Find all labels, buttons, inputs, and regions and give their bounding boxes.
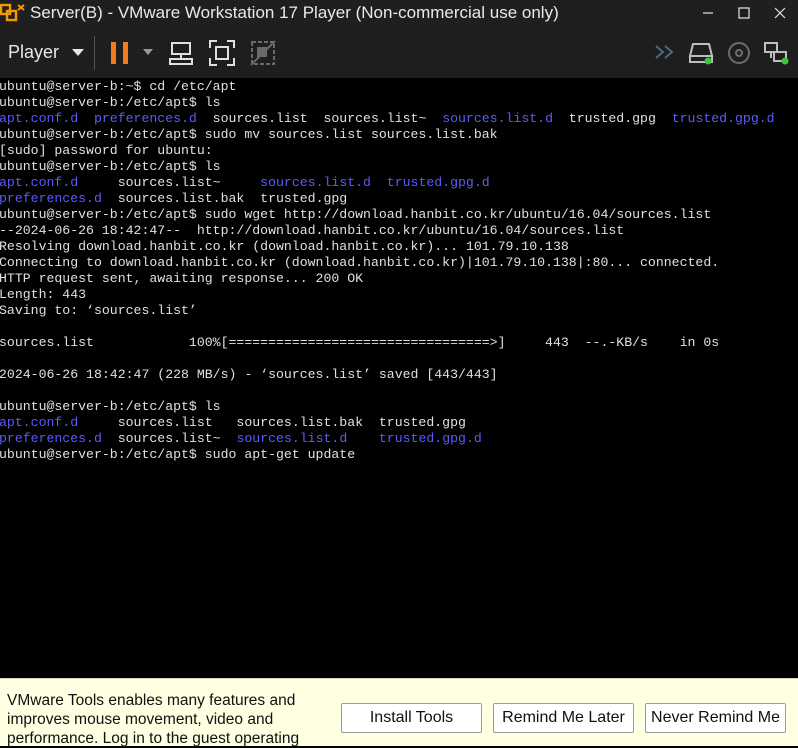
window-title: Server(B) - VMware Workstation 17 Player… [30, 3, 559, 22]
terminal-text: apt.conf.d [0, 175, 79, 190]
minimize-icon [703, 12, 713, 14]
terminal-text: sources.list sources.list~ [196, 111, 443, 126]
terminal-text: sources.list.d [442, 111, 553, 126]
vmware-tools-notification: VMware Tools enables many features and i… [0, 678, 798, 747]
terminal-text: ubuntu@server-b:/etc/apt$ ls [0, 399, 221, 414]
terminal-line: ubuntu@server-b:/etc/apt$ ls [0, 159, 221, 175]
terminal-text: Connecting to download.hanbit.co.kr (dow… [0, 255, 720, 270]
dropdown-arrow-icon [143, 49, 153, 55]
terminal-text: [sudo] password for ubuntu: [0, 143, 213, 158]
terminal-line: ubuntu@server-b:/etc/apt$ ls [0, 399, 221, 415]
network-adapter-icon [764, 42, 789, 65]
pause-icon [111, 42, 128, 64]
unity-icon [250, 40, 276, 66]
terminal-text: ubuntu@server-b:/etc/apt$ ls [0, 95, 221, 110]
minimize-button[interactable] [688, 0, 728, 26]
toolbar: Player [0, 26, 798, 78]
terminal-text: Resolving download.hanbit.co.kr (downloa… [0, 239, 569, 254]
remind-me-later-button[interactable]: Remind Me Later [493, 703, 634, 733]
vmware-icon [0, 2, 26, 24]
unity-button[interactable] [248, 38, 278, 68]
close-button[interactable] [760, 0, 798, 26]
terminal-line: ubuntu@server-b:/etc/apt$ ls [0, 95, 221, 111]
terminal-text: trusted.gpg.d [386, 175, 490, 190]
terminal-line: preferences.d sources.list~ sources.list… [0, 431, 482, 447]
terminal-line: apt.conf.d preferences.d sources.list so… [0, 111, 775, 127]
terminal-text: preferences.d [93, 111, 197, 126]
terminal-line: ubuntu@server-b:/etc/apt$ sudo apt-get u… [0, 447, 355, 463]
pause-dropdown-button[interactable] [139, 44, 157, 60]
maximize-button[interactable] [724, 0, 764, 26]
hard-disk-button[interactable] [686, 39, 716, 67]
terminal-text: apt.conf.d [0, 415, 79, 430]
terminal-text: HTTP request sent, awaiting response... … [0, 271, 364, 286]
close-icon [774, 7, 786, 19]
terminal-line: sources.list 100%[======================… [0, 335, 719, 351]
terminal-text: ubuntu@server-b:/etc/apt$ sudo apt-get u… [0, 447, 356, 462]
terminal-text: sources.list 100%[======================… [0, 335, 720, 350]
terminal-text: sources.list sources.list.bak trusted.gp… [78, 415, 466, 430]
terminal-line: ubuntu@server-b:/etc/apt$ sudo mv source… [0, 127, 498, 143]
dropdown-arrow-icon [72, 49, 85, 56]
network-activity-button[interactable] [652, 40, 682, 64]
terminal-text: sources.list~ [78, 175, 261, 190]
terminal-text: --2024-06-26 18:42:47-- http://download.… [0, 223, 625, 238]
terminal-text: apt.conf.d [0, 111, 79, 126]
terminal-text: preferences.d [0, 431, 102, 446]
terminal-text: Length: 443 [0, 287, 87, 302]
install-tools-button[interactable]: Install Tools [341, 703, 482, 733]
terminal-text: ubuntu@server-b:/etc/apt$ ls [0, 159, 221, 174]
terminal-line: ubuntu@server-b:/etc/apt$ sudo wget http… [0, 207, 711, 223]
terminal-line: --2024-06-26 18:42:47-- http://download.… [0, 223, 624, 239]
terminal-text: ubuntu@server-b:~$ cd /etc/apt [0, 79, 237, 94]
send-ctrl-alt-del-button[interactable] [166, 38, 196, 68]
hard-disk-icon [688, 43, 714, 65]
terminal-line: [sudo] password for ubuntu: [0, 143, 213, 159]
network-adapter-button[interactable] [762, 39, 792, 67]
terminal-text: 2024-06-26 18:42:47 (228 MB/s) - ‘source… [0, 367, 498, 382]
terminal-line: preferences.d sources.list.bak trusted.g… [0, 191, 347, 207]
pause-button[interactable] [106, 40, 134, 66]
terminal-line: Length: 443 [0, 287, 86, 303]
player-menu-label: Player [8, 41, 60, 62]
terminal-line: Connecting to download.hanbit.co.kr (dow… [0, 255, 719, 271]
maximize-icon [738, 7, 750, 19]
terminal-text: trusted.gpg [552, 111, 672, 126]
never-remind-me-button[interactable]: Never Remind Me [645, 703, 786, 733]
terminal-line: Resolving download.hanbit.co.kr (downloa… [0, 239, 569, 255]
terminal-text: sources.list.bak trusted.gpg [101, 191, 348, 206]
network-activity-icon [655, 45, 674, 59]
terminal-text: preferences.d [0, 191, 102, 206]
terminal-text: ubuntu@server-b:/etc/apt$ sudo wget http… [0, 207, 712, 222]
toolbar-divider [94, 36, 95, 70]
terminal-line: HTTP request sent, awaiting response... … [0, 271, 363, 287]
cd-dvd-icon [728, 42, 750, 64]
notification-message: VMware Tools enables many features and i… [7, 692, 300, 747]
full-screen-icon [209, 40, 235, 66]
full-screen-button[interactable] [207, 38, 237, 68]
terminal-text: trusted.gpg.d [378, 431, 482, 446]
terminal-text: trusted.gpg.d [671, 111, 775, 126]
player-menu-button[interactable]: Player [0, 38, 85, 66]
terminal-text: sources.list.d [260, 175, 371, 190]
terminal-line: Saving to: ‘sources.list’ [0, 303, 197, 319]
terminal-line: ubuntu@server-b:~$ cd /etc/apt [0, 79, 236, 95]
cd-dvd-button[interactable] [725, 39, 753, 67]
title-bar: Server(B) - VMware Workstation 17 Player… [0, 0, 798, 26]
terminal-text: Saving to: ‘sources.list’ [0, 303, 197, 318]
terminal-text: sources.list~ [101, 431, 237, 446]
terminal-line: apt.conf.d sources.list sources.list.bak… [0, 415, 466, 431]
guest-console[interactable]: ubuntu@server-b:~$ cd /etc/apt ubuntu@ser… [0, 78, 798, 678]
terminal-line: apt.conf.d sources.list~ sources.list.d … [0, 175, 490, 191]
terminal-line: 2024-06-26 18:42:47 (228 MB/s) - ‘source… [0, 367, 498, 383]
send-ctrl-alt-del-icon [169, 42, 193, 65]
terminal-text: sources.list.d [236, 431, 348, 446]
terminal-text: ubuntu@server-b:/etc/apt$ sudo mv source… [0, 127, 498, 142]
